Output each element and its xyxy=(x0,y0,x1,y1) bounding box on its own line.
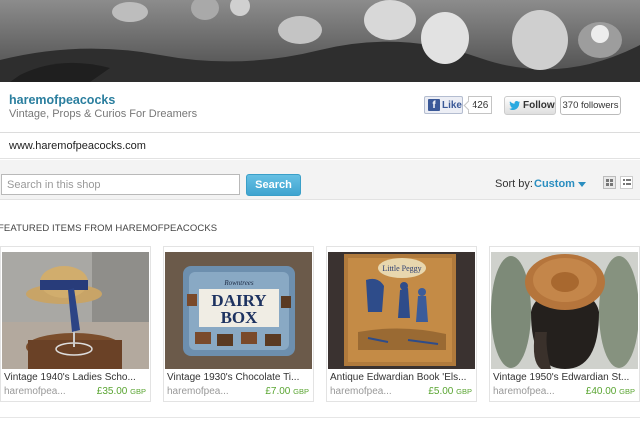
facebook-like-button[interactable]: f Like xyxy=(424,96,463,114)
twitter-bird-icon xyxy=(509,101,520,110)
listing-title[interactable]: Antique Edwardian Book 'Els... xyxy=(330,372,473,383)
listing-seller[interactable]: haremofpea... xyxy=(4,386,66,397)
shop-banner xyxy=(0,0,640,82)
banner-photo xyxy=(0,0,640,82)
facebook-like-count: 426 xyxy=(468,96,492,114)
listing-image-chocolate-tin[interactable]: Rowntrees DAIRY BOX xyxy=(165,252,312,369)
featured-items-heading: FEATURED ITEMS FROM HAREMOFPEACOCKS xyxy=(0,223,218,234)
listing-seller[interactable]: haremofpea... xyxy=(493,386,555,397)
shop-website-link[interactable]: www.haremofpeacocks.com xyxy=(9,140,146,152)
twitter-followers-count: 370 followers xyxy=(560,96,621,115)
listing-title[interactable]: Vintage 1940's Ladies Scho... xyxy=(4,372,147,383)
twitter-follow-label: Follow xyxy=(523,100,555,111)
sort-dropdown[interactable]: Custom xyxy=(534,178,575,190)
shop-header: haremofpeacocks Vintage, Props & Curios … xyxy=(0,82,640,133)
listing-seller[interactable]: haremofpea... xyxy=(330,386,392,397)
price-value: £35.00 xyxy=(96,386,128,397)
shop-search-input[interactable] xyxy=(1,174,240,195)
listing-card[interactable]: Vintage 1940's Ladies Scho... haremofpea… xyxy=(0,246,151,402)
listing-price: £7.00 GBP xyxy=(265,386,309,397)
listing-card[interactable]: Rowntrees DAIRY BOX Vintage 1930's Choco… xyxy=(163,246,314,402)
price-currency: GBP xyxy=(456,387,472,396)
search-button[interactable]: Search xyxy=(246,174,301,196)
facebook-icon: f xyxy=(428,99,440,111)
listing-card[interactable]: Vintage 1950's Edwardian St... haremofpe… xyxy=(489,246,640,402)
listing-price: £5.00 GBP xyxy=(428,386,472,397)
price-currency: GBP xyxy=(619,387,635,396)
listing-card[interactable]: Little Peggy Antique Edwardian Book 'Els… xyxy=(326,246,477,402)
facebook-like-label: Like xyxy=(441,99,462,111)
chevron-down-icon[interactable] xyxy=(578,182,586,187)
price-value: £40.00 xyxy=(585,386,617,397)
listing-price: £40.00 GBP xyxy=(586,386,635,397)
book-cover-title: Little Peggy xyxy=(382,264,421,273)
tin-title-line2: BOX xyxy=(221,308,259,327)
twitter-follow-button[interactable]: Follow xyxy=(504,96,556,115)
tin-brand-text: Rowntrees xyxy=(223,279,254,287)
shop-tagline: Vintage, Props & Curios For Dreamers xyxy=(9,108,198,120)
listing-image-edwardian-hat[interactable] xyxy=(491,252,638,369)
grid-view-icon[interactable] xyxy=(603,176,616,189)
listing-image-edwardian-book[interactable]: Little Peggy xyxy=(328,252,475,369)
listing-seller[interactable]: haremofpea... xyxy=(167,386,229,397)
shop-url-row: www.haremofpeacocks.com xyxy=(0,134,640,159)
price-value: £5.00 xyxy=(428,386,454,397)
listing-title[interactable]: Vintage 1950's Edwardian St... xyxy=(493,372,636,383)
price-currency: GBP xyxy=(293,387,309,396)
list-view-icon[interactable] xyxy=(620,176,633,189)
shop-name-link[interactable]: haremofpeacocks xyxy=(9,93,115,107)
shop-search-bar: Search Sort by: Custom xyxy=(0,160,640,200)
listing-title[interactable]: Vintage 1930's Chocolate Ti... xyxy=(167,372,310,383)
price-currency: GBP xyxy=(130,387,146,396)
price-value: £7.00 xyxy=(265,386,291,397)
listing-image-straw-hat[interactable] xyxy=(2,252,149,369)
listing-price: £35.00 GBP xyxy=(97,386,146,397)
divider xyxy=(0,417,640,418)
sort-by-label: Sort by: xyxy=(495,178,533,190)
